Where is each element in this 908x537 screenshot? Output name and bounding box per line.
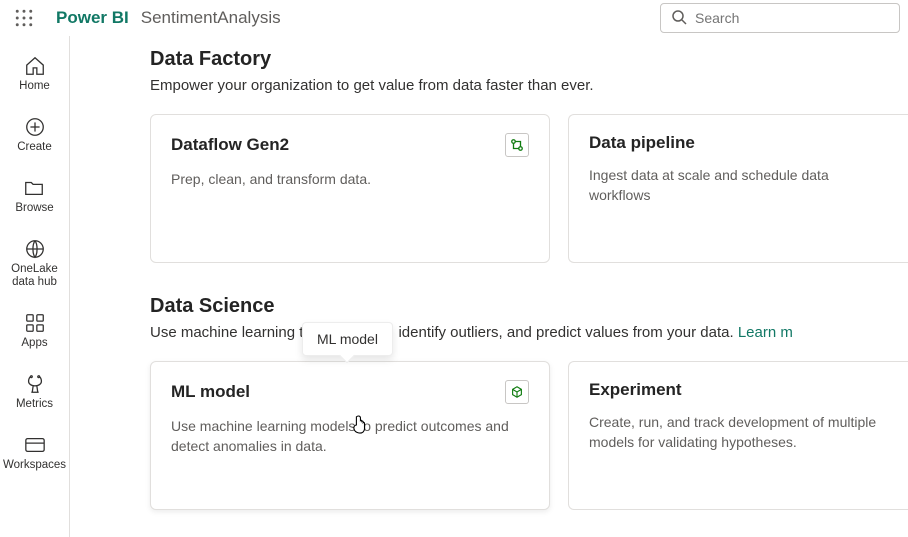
browse-icon <box>22 176 46 200</box>
section-subtitle: Use machine learning to spot trends, ide… <box>150 324 908 341</box>
section-data-science: Data Science Use machine learning to spo… <box>150 295 908 510</box>
card-description: Use machine learning models to predict o… <box>171 416 529 456</box>
card-data-pipeline[interactable]: Data pipeline Ingest data at scale and s… <box>568 114 908 263</box>
card-description: Create, run, and track development of mu… <box>589 412 888 452</box>
learn-more-link[interactable]: Learn m <box>738 324 793 341</box>
card-title: ML model <box>171 382 250 402</box>
left-nav: Home Create Browse OneLake data hub Apps… <box>0 36 70 537</box>
tooltip: ML model <box>302 322 393 356</box>
nav-browse[interactable]: Browse <box>15 176 53 215</box>
nav-create[interactable]: Create <box>17 115 52 154</box>
section-data-factory: Data Factory Empower your organization t… <box>150 48 908 263</box>
section-title: Data Science <box>150 295 908 318</box>
card-description: Prep, clean, and transform data. <box>171 169 529 189</box>
apps-icon <box>23 311 47 335</box>
card-title: Data pipeline <box>589 133 695 153</box>
home-icon <box>23 54 47 78</box>
nav-onelake[interactable]: OneLake data hub <box>0 237 69 289</box>
workspace-name[interactable]: SentimentAnalysis <box>141 8 281 28</box>
card-title: Dataflow Gen2 <box>171 135 289 155</box>
card-experiment[interactable]: Experiment Create, run, and track develo… <box>568 361 908 510</box>
ml-model-icon <box>505 380 529 404</box>
nav-home[interactable]: Home <box>19 54 50 93</box>
card-ml-model[interactable]: ML model Use machine learning models to … <box>150 361 550 510</box>
nav-metrics[interactable]: Metrics <box>16 372 53 411</box>
workspaces-icon <box>23 433 47 457</box>
create-icon <box>23 115 47 139</box>
section-subtitle: Empower your organization to get value f… <box>150 77 908 94</box>
card-description: Ingest data at scale and schedule data w… <box>589 165 888 205</box>
app-launcher-icon[interactable] <box>8 2 40 34</box>
product-name[interactable]: Power BI <box>56 8 129 28</box>
nav-workspaces[interactable]: Workspaces <box>3 433 66 472</box>
nav-apps[interactable]: Apps <box>21 311 47 350</box>
section-title: Data Factory <box>150 48 908 71</box>
card-dataflow-gen2[interactable]: Dataflow Gen2 Prep, clean, and transform… <box>150 114 550 263</box>
search-input[interactable] <box>695 10 875 26</box>
metrics-icon <box>23 372 47 396</box>
search-box[interactable] <box>660 3 900 33</box>
onelake-icon <box>23 237 47 261</box>
search-icon <box>671 9 687 28</box>
dataflow-icon <box>505 133 529 157</box>
card-title: Experiment <box>589 380 682 400</box>
